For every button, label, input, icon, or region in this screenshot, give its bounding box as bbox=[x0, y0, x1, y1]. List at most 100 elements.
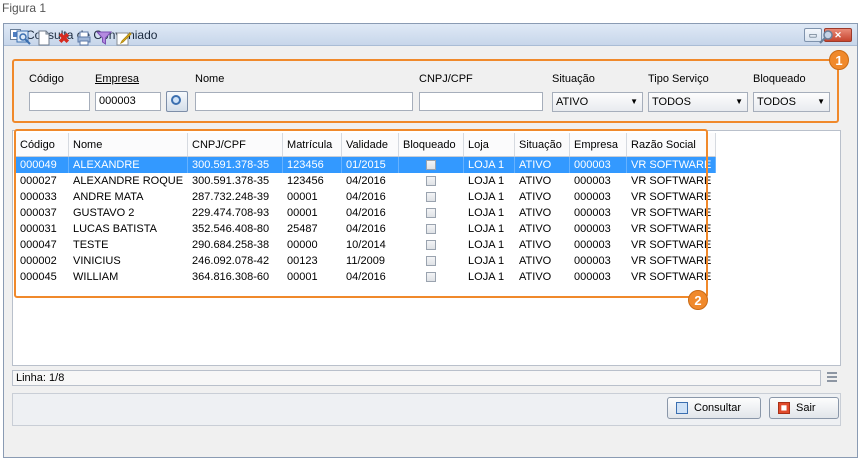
nome-label: Nome bbox=[195, 73, 225, 85]
col-situacao[interactable]: Situação bbox=[514, 133, 571, 157]
cell-situacao: ATIVO bbox=[514, 237, 571, 253]
cell-bloqueado bbox=[398, 269, 465, 285]
bloqueado-checkbox[interactable] bbox=[426, 272, 437, 283]
cell-razao-social: VR SOFTWARE bbox=[626, 189, 717, 205]
cell-cnpj: 246.092.078-42 bbox=[187, 253, 284, 269]
cell-loja: LOJA 1 bbox=[463, 269, 516, 285]
cell-empresa: 000003 bbox=[569, 156, 628, 173]
cell-empresa: 000003 bbox=[569, 269, 628, 285]
table-row[interactable]: 000047 TESTE 290.684.258-38 00000 10/201… bbox=[16, 237, 717, 253]
bloqueado-select[interactable]: TODOS ▼ bbox=[753, 92, 830, 112]
table-row[interactable]: 000045 WILLIAM 364.816.308-60 00001 04/2… bbox=[16, 269, 717, 285]
figure-caption: Figura 1 bbox=[2, 1, 47, 15]
cell-matricula: 123456 bbox=[282, 156, 343, 173]
sair-button[interactable]: ◼ Sair bbox=[769, 397, 839, 419]
empresa-lookup-button[interactable] bbox=[166, 91, 188, 112]
cell-razao-social: VR SOFTWARE bbox=[626, 205, 717, 221]
nome-input[interactable] bbox=[195, 92, 413, 111]
consultar-button[interactable]: Consultar bbox=[667, 397, 761, 419]
col-validade[interactable]: Validade bbox=[341, 133, 400, 157]
cell-razao-social: VR SOFTWARE bbox=[626, 253, 717, 269]
cell-situacao: ATIVO bbox=[514, 205, 571, 221]
cell-codigo: 000047 bbox=[16, 237, 69, 253]
cell-situacao: ATIVO bbox=[514, 221, 571, 237]
cell-nome: GUSTAVO 2 bbox=[68, 205, 189, 221]
bloqueado-label: Bloqueado bbox=[753, 73, 806, 85]
tipo-servico-select[interactable]: TODOS ▼ bbox=[648, 92, 748, 112]
cell-validade: 04/2016 bbox=[341, 173, 400, 189]
search-icon[interactable] bbox=[16, 30, 32, 46]
table-row[interactable]: 000049 ALEXANDRE 300.591.378-35 123456 0… bbox=[16, 156, 717, 173]
results-table: Código Nome CNPJ/CPF Matrícula Validade … bbox=[16, 133, 717, 285]
col-matricula[interactable]: Matrícula bbox=[282, 133, 343, 157]
empresa-input[interactable]: 000003 bbox=[95, 92, 161, 111]
cell-empresa: 000003 bbox=[569, 237, 628, 253]
bloqueado-value: TODOS bbox=[757, 96, 796, 108]
situacao-select[interactable]: ATIVO ▼ bbox=[552, 92, 643, 112]
empresa-label[interactable]: Empresa bbox=[95, 73, 139, 85]
cell-empresa: 000003 bbox=[569, 221, 628, 237]
col-codigo[interactable]: Código bbox=[16, 133, 69, 157]
col-cnpj[interactable]: CNPJ/CPF bbox=[187, 133, 284, 157]
bloqueado-checkbox[interactable] bbox=[426, 256, 437, 267]
cnpj-input[interactable] bbox=[419, 92, 543, 111]
table-row[interactable]: 000037 GUSTAVO 2 229.474.708-93 00001 04… bbox=[16, 205, 717, 221]
cell-razao-social: VR SOFTWARE bbox=[626, 173, 717, 189]
new-document-icon[interactable] bbox=[36, 30, 52, 46]
col-empresa[interactable]: Empresa bbox=[569, 133, 628, 157]
cell-loja: LOJA 1 bbox=[463, 221, 516, 237]
search-icon bbox=[676, 402, 688, 414]
bloqueado-checkbox[interactable] bbox=[426, 160, 437, 171]
cell-cnpj: 364.816.308-60 bbox=[187, 269, 284, 285]
cell-validade: 04/2016 bbox=[341, 221, 400, 237]
table-row[interactable]: 000031 LUCAS BATISTA 352.546.408-80 2548… bbox=[16, 221, 717, 237]
bloqueado-checkbox[interactable] bbox=[426, 224, 437, 235]
cell-nome: ALEXANDRE ROQUE bbox=[68, 173, 189, 189]
cell-cnpj: 300.591.378-35 bbox=[187, 156, 284, 173]
filter-icon[interactable] bbox=[95, 30, 113, 46]
consultar-label: Consultar bbox=[694, 402, 742, 414]
cell-situacao: ATIVO bbox=[514, 173, 571, 189]
tipo-servico-value: TODOS bbox=[652, 96, 691, 108]
cell-loja: LOJA 1 bbox=[463, 237, 516, 253]
chevron-down-icon: ▼ bbox=[735, 97, 743, 106]
cell-matricula: 00123 bbox=[282, 253, 343, 269]
key-icon[interactable] bbox=[818, 29, 834, 45]
cell-codigo: 000031 bbox=[16, 221, 69, 237]
sair-label: Sair bbox=[796, 402, 816, 414]
cell-matricula: 00001 bbox=[282, 269, 343, 285]
bloqueado-checkbox[interactable] bbox=[426, 208, 437, 219]
bloqueado-checkbox[interactable] bbox=[426, 240, 437, 251]
print-icon[interactable] bbox=[76, 30, 92, 46]
edit-icon[interactable] bbox=[116, 30, 132, 46]
cell-codigo: 000033 bbox=[16, 189, 69, 205]
bloqueado-checkbox[interactable] bbox=[426, 192, 437, 203]
cell-matricula: 25487 bbox=[282, 221, 343, 237]
menu-icon[interactable] bbox=[827, 372, 837, 382]
cell-empresa: 000003 bbox=[569, 205, 628, 221]
cell-nome: ANDRE MATA bbox=[68, 189, 189, 205]
delete-icon[interactable]: ✖ bbox=[56, 30, 72, 46]
table-row[interactable]: 000033 ANDRE MATA 287.732.248-39 00001 0… bbox=[16, 189, 717, 205]
col-bloqueado[interactable]: Bloqueado bbox=[398, 133, 465, 157]
bloqueado-checkbox[interactable] bbox=[426, 176, 437, 187]
col-loja[interactable]: Loja bbox=[463, 133, 516, 157]
cell-situacao: ATIVO bbox=[514, 253, 571, 269]
col-razao-social[interactable]: Razão Social bbox=[626, 133, 717, 157]
codigo-input[interactable] bbox=[29, 92, 90, 111]
cell-situacao: ATIVO bbox=[514, 189, 571, 205]
col-nome[interactable]: Nome bbox=[68, 133, 189, 157]
chevron-down-icon: ▼ bbox=[817, 97, 825, 106]
cell-nome: LUCAS BATISTA bbox=[68, 221, 189, 237]
table-row[interactable]: 000002 VINICIUS 246.092.078-42 00123 11/… bbox=[16, 253, 717, 269]
cell-cnpj: 290.684.258-38 bbox=[187, 237, 284, 253]
table-row[interactable]: 000027 ALEXANDRE ROQUE 300.591.378-35 12… bbox=[16, 173, 717, 189]
cell-nome: ALEXANDRE bbox=[68, 156, 189, 173]
cell-validade: 11/2009 bbox=[341, 253, 400, 269]
filter-panel: Código Empresa Nome CNPJ/CPF Situação Ti… bbox=[12, 59, 839, 123]
magnifier-icon bbox=[171, 95, 181, 105]
callout-badge-1: 1 bbox=[829, 50, 849, 70]
cell-bloqueado bbox=[398, 253, 465, 269]
cell-empresa: 000003 bbox=[569, 189, 628, 205]
cell-cnpj: 229.474.708-93 bbox=[187, 205, 284, 221]
